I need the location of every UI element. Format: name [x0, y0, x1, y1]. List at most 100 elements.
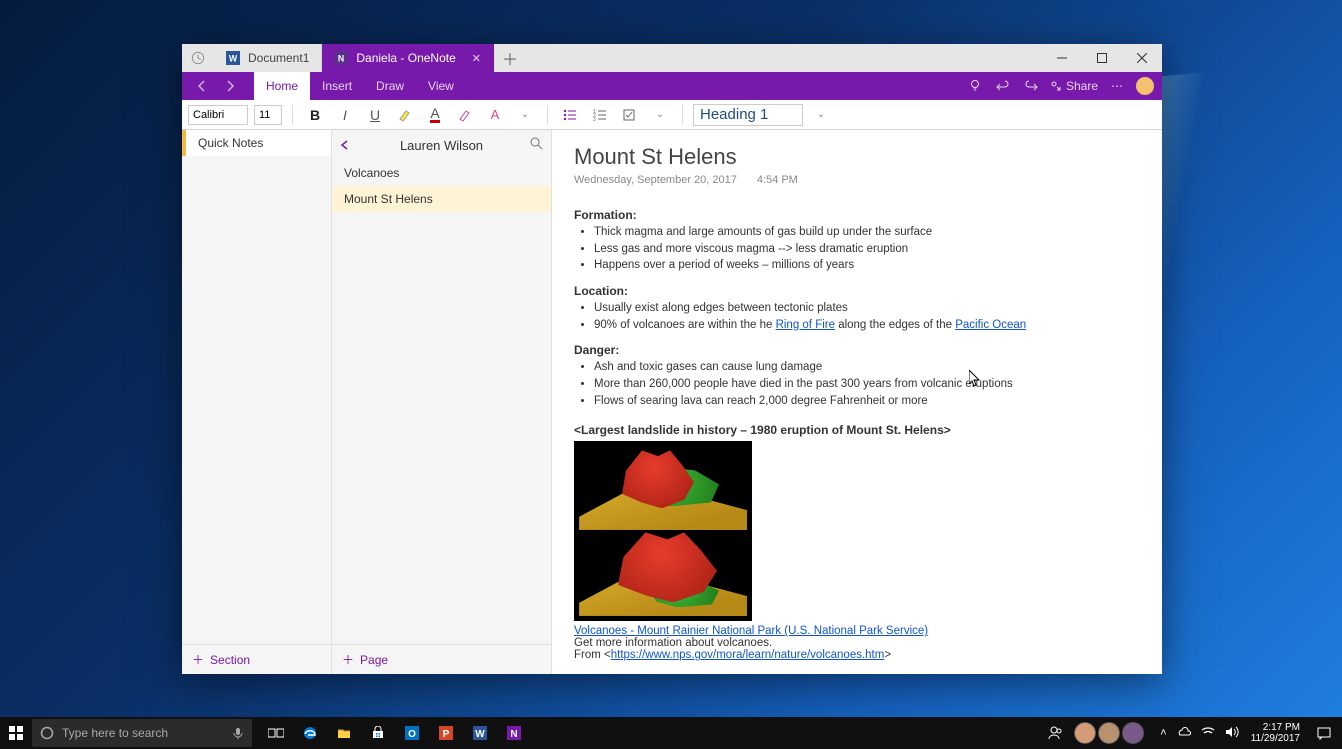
note-canvas[interactable]: Mount St Helens Wednesday, September 20,… — [552, 130, 1162, 674]
search-icon[interactable] — [530, 137, 543, 153]
nav-back-button[interactable] — [190, 74, 214, 98]
clock-time: 2:17 PM — [1251, 722, 1300, 733]
page-volcanoes[interactable]: Volcanoes — [332, 160, 551, 186]
font-size-select[interactable] — [254, 105, 282, 125]
start-button[interactable] — [0, 717, 32, 749]
formatting-toolbar: B I U A A ⌄ 123 ⌄ Heading 1 ⌄ — [182, 100, 1162, 130]
titlebar: W Document1 N Daniela - OneNote ✕ ＋ — [182, 44, 1162, 72]
info-text: Get more information about volcanoes. — [574, 637, 1140, 649]
tray-wifi-icon[interactable] — [1201, 726, 1215, 741]
minimize-button[interactable] — [1042, 44, 1082, 72]
onenote-window: W Document1 N Daniela - OneNote ✕ ＋ — [182, 44, 1162, 674]
formation-item: Thick magma and large amounts of gas bui… — [594, 224, 1140, 241]
italic-button[interactable]: I — [333, 103, 357, 127]
task-view-button[interactable] — [260, 717, 292, 749]
add-page-button[interactable]: ＋ Page — [332, 644, 551, 674]
clear-format-button[interactable] — [453, 103, 477, 127]
search-placeholder: Type here to search — [62, 726, 168, 740]
todo-button[interactable] — [618, 103, 642, 127]
people-bar-icon[interactable] — [1044, 717, 1068, 749]
svg-text:N: N — [338, 54, 344, 64]
close-window-button[interactable] — [1122, 44, 1162, 72]
ribbon-tab-insert[interactable]: Insert — [310, 72, 364, 100]
pages-panel: Lauren Wilson Volcanoes Mount St Helens … — [332, 130, 552, 674]
sections-panel: Quick Notes ＋ Section — [182, 130, 332, 674]
section-quick-notes[interactable]: Quick Notes — [182, 130, 331, 156]
plus-icon: ＋ — [342, 651, 354, 668]
heading-style-label: Heading 1 — [700, 106, 768, 123]
heading-style-select[interactable]: Heading 1 — [693, 104, 803, 126]
svg-text:P: P — [443, 729, 450, 740]
ribbon-tab-home[interactable]: Home — [254, 72, 310, 100]
page-date: Wednesday, September 20, 2017 — [574, 174, 737, 186]
tab-onenote-label: Daniela - OneNote — [356, 51, 455, 65]
taskbar-app-outlook[interactable]: O — [396, 717, 428, 749]
add-section-label: Section — [210, 653, 250, 667]
format-painter-button[interactable]: A — [483, 103, 507, 127]
share-button[interactable]: Share — [1050, 77, 1098, 95]
taskbar-app-onenote[interactable]: N — [498, 717, 530, 749]
svg-text:3: 3 — [593, 117, 596, 123]
ribbon-tab-draw[interactable]: Draw — [364, 72, 416, 100]
section-label: Quick Notes — [198, 136, 263, 150]
number-list-button[interactable]: 123 — [588, 103, 612, 127]
bold-button[interactable]: B — [303, 103, 327, 127]
taskbar-app-powerpoint[interactable]: P — [430, 717, 462, 749]
location-item: Usually exist along edges between tecton… — [594, 300, 1140, 317]
add-page-label: Page — [360, 653, 388, 667]
undo-icon[interactable] — [994, 77, 1012, 95]
link-source-url[interactable]: https://www.nps.gov/mora/learn/nature/vo… — [611, 649, 885, 661]
font-name-select[interactable] — [188, 105, 248, 125]
link-pacific-ocean[interactable]: Pacific Ocean — [955, 319, 1026, 331]
user-avatar[interactable] — [1136, 77, 1154, 95]
taskbar-app-word[interactable]: W — [464, 717, 496, 749]
page-label: Volcanoes — [344, 166, 399, 180]
add-tab-button[interactable]: ＋ — [494, 44, 526, 72]
onenote-app-icon: N — [334, 51, 348, 65]
danger-item: Ash and toxic gases can cause lung damag… — [594, 359, 1140, 376]
notebook-back-icon[interactable] — [340, 137, 350, 153]
maximize-button[interactable] — [1082, 44, 1122, 72]
heading-dropdown[interactable]: ⌄ — [809, 103, 833, 127]
taskbar-search[interactable]: Type here to search — [32, 719, 252, 747]
font-color-button[interactable]: A — [423, 103, 447, 127]
more-icon[interactable]: ⋯ — [1108, 77, 1126, 95]
history-icon[interactable] — [182, 44, 214, 72]
redo-icon[interactable] — [1022, 77, 1040, 95]
tab-onenote[interactable]: N Daniela - OneNote ✕ — [322, 44, 494, 72]
pinned-contact-1[interactable] — [1074, 722, 1096, 744]
highlight-button[interactable] — [393, 103, 417, 127]
action-center-button[interactable] — [1312, 721, 1336, 745]
toolbar-dropdown-2[interactable]: ⌄ — [648, 103, 672, 127]
pinned-contact-3[interactable] — [1122, 722, 1144, 744]
source-line: From <https://www.nps.gov/mora/learn/nat… — [574, 649, 1140, 661]
taskbar-clock[interactable]: 2:17 PM 11/29/2017 — [1245, 722, 1306, 744]
tray-volume-icon[interactable] — [1225, 726, 1239, 741]
tray-chevron-icon[interactable]: ˄ — [1160, 727, 1166, 739]
location-item: 90% of volcanoes are within the he Ring … — [594, 317, 1140, 334]
page-mount-st-helens[interactable]: Mount St Helens — [332, 186, 551, 212]
taskbar-app-store[interactable] — [362, 717, 394, 749]
svg-text:W: W — [475, 729, 485, 740]
bullet-list-button[interactable] — [558, 103, 582, 127]
heading-danger: Danger: — [574, 343, 1140, 357]
underline-button[interactable]: U — [363, 103, 387, 127]
tray-onedrive-icon[interactable] — [1177, 727, 1191, 740]
taskbar-app-explorer[interactable] — [328, 717, 360, 749]
mic-icon[interactable] — [232, 727, 244, 739]
page-title[interactable]: Mount St Helens — [574, 144, 1140, 170]
danger-item: More than 260,000 people have died in th… — [594, 376, 1140, 393]
tab-word-document[interactable]: W Document1 — [214, 44, 322, 72]
ribbon-tab-view[interactable]: View — [416, 72, 466, 100]
link-nps-volcanoes[interactable]: Volcanoes - Mount Rainier National Park … — [574, 625, 928, 637]
svg-text:W: W — [229, 54, 238, 64]
add-section-button[interactable]: ＋ Section — [182, 644, 331, 674]
link-ring-of-fire[interactable]: Ring of Fire — [776, 319, 835, 331]
lightbulb-icon[interactable] — [966, 77, 984, 95]
taskbar-app-edge[interactable] — [294, 717, 326, 749]
close-tab-icon[interactable]: ✕ — [472, 52, 481, 65]
clock-date: 11/29/2017 — [1251, 733, 1300, 744]
pinned-contact-2[interactable] — [1098, 722, 1120, 744]
nav-forward-button[interactable] — [218, 74, 242, 98]
toolbar-dropdown-1[interactable]: ⌄ — [513, 103, 537, 127]
